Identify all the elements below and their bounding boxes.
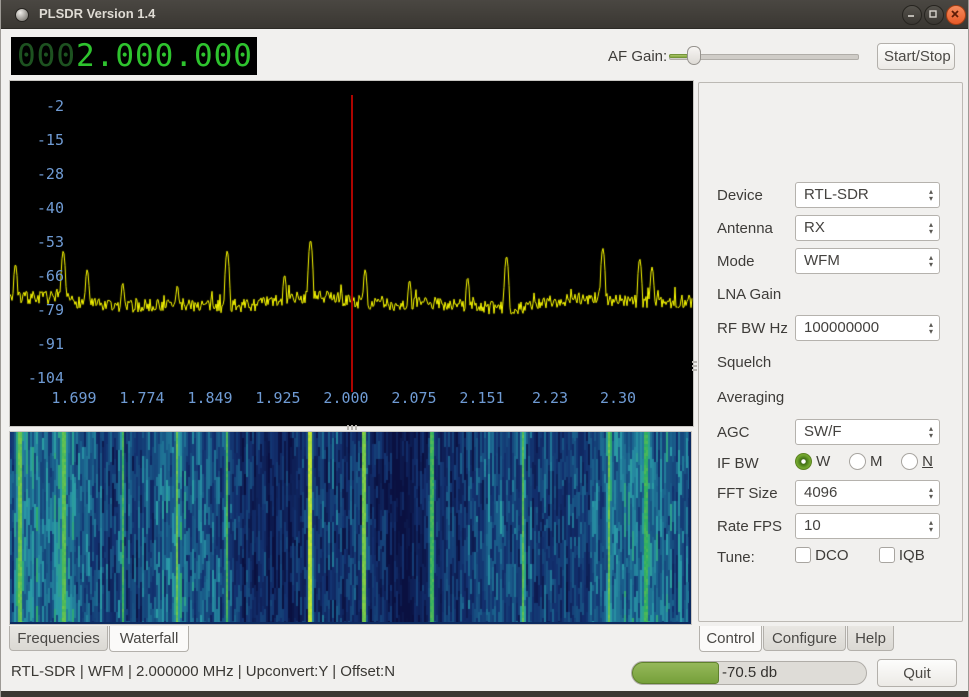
y-tick-label: -104: [16, 369, 64, 387]
device-select[interactable]: RTL-SDR ▴▾: [795, 182, 940, 208]
spinner-icon[interactable]: ▴▾: [929, 420, 933, 444]
y-tick-label: -53: [16, 233, 64, 251]
quit-button[interactable]: Quit: [877, 659, 957, 687]
rate-fps-value: 10: [804, 517, 821, 534]
y-tick-label: -2: [16, 97, 64, 115]
waterfall-canvas[interactable]: [10, 432, 689, 622]
antenna-select[interactable]: RX ▴▾: [795, 215, 940, 241]
averaging-label: Averaging: [717, 389, 784, 406]
antenna-label: Antenna: [717, 220, 773, 237]
tab-frequencies[interactable]: Frequencies: [9, 626, 108, 651]
y-tick-label: -79: [16, 301, 64, 319]
status-bar-text: RTL-SDR | WFM | 2.000000 MHz | Upconvert…: [11, 663, 395, 680]
lna-gain-label: LNA Gain: [717, 286, 781, 303]
radio-icon: [901, 453, 918, 470]
slider-handle[interactable]: [687, 46, 701, 65]
spinner-icon[interactable]: ▴▾: [929, 216, 933, 240]
close-button[interactable]: [946, 5, 966, 25]
slider-fill: [669, 54, 688, 58]
signal-level-bar: -70.5 db: [631, 661, 867, 685]
y-tick-label: -28: [16, 165, 64, 183]
if-bw-label: IF BW: [717, 455, 759, 472]
y-tick-label: -15: [16, 131, 64, 149]
tab-configure[interactable]: Configure: [763, 626, 846, 651]
radio-selected-icon: [795, 453, 812, 470]
rf-bw-label: RF BW Hz: [717, 320, 788, 337]
squelch-label: Squelch: [717, 354, 771, 371]
frequency-display[interactable]: 0002.000.000: [11, 37, 257, 75]
spectrum-display[interactable]: -2 -15 -28 -40 -53 -66 -79 -91 -104 1.699 1.774 1.…: [9, 80, 694, 427]
x-tick-label: 2.075: [391, 389, 436, 407]
tune-checkbox-group: DCO IQB: [795, 547, 925, 564]
fft-size-spinbox[interactable]: 4096 ▴▾: [795, 480, 940, 506]
checkbox-icon: [879, 547, 895, 563]
control-panel: Device RTL-SDR ▴▾ Antenna RX ▴▾ Mode WFM…: [698, 82, 963, 622]
x-tick-label: 1.925: [255, 389, 300, 407]
radio-if-bw-n[interactable]: N: [901, 453, 933, 470]
spinner-icon[interactable]: ▴▾: [929, 183, 933, 207]
x-tick-label: 2.23: [532, 389, 568, 407]
radio-icon: [849, 453, 866, 470]
rf-bw-value: 100000000: [804, 319, 879, 336]
minimize-button[interactable]: [902, 5, 922, 25]
horizontal-splitter-grip[interactable]: [341, 425, 363, 430]
spinner-icon[interactable]: ▴▾: [929, 249, 933, 273]
rate-fps-label: Rate FPS: [717, 518, 782, 535]
waterfall-display[interactable]: [9, 431, 692, 625]
device-value: RTL-SDR: [804, 186, 869, 203]
x-tick-label: 1.774: [119, 389, 164, 407]
tab-waterfall[interactable]: Waterfall: [109, 626, 189, 652]
agc-select[interactable]: SW/F ▴▾: [795, 419, 940, 445]
mode-select[interactable]: WFM ▴▾: [795, 248, 940, 274]
minimize-icon: [906, 9, 916, 19]
frequency-bright-digits: 2.000.000: [76, 38, 253, 74]
tune-label: Tune:: [717, 549, 755, 566]
start-stop-button[interactable]: Start/Stop: [877, 43, 955, 70]
af-gain-slider[interactable]: [669, 46, 859, 65]
window-title: PLSDR Version 1.4: [39, 0, 155, 28]
x-tick-label: 1.849: [187, 389, 232, 407]
signal-level-label: -70.5 db: [722, 662, 777, 684]
fft-size-value: 4096: [804, 484, 837, 501]
mode-label: Mode: [717, 253, 755, 270]
plsdr-window: PLSDR Version 1.4 0002.000.000 AF Gain: …: [0, 0, 969, 697]
radio-if-bw-m[interactable]: M: [849, 453, 883, 470]
fft-size-label: FFT Size: [717, 485, 778, 502]
spinner-icon[interactable]: ▴▾: [929, 481, 933, 505]
maximize-icon: [928, 9, 938, 19]
agc-label: AGC: [717, 424, 750, 441]
app-icon: [15, 8, 29, 22]
x-tick-label: 2.151: [459, 389, 504, 407]
spinner-icon[interactable]: ▴▾: [929, 316, 933, 340]
y-tick-label: -40: [16, 199, 64, 217]
rate-fps-spinbox[interactable]: 10 ▴▾: [795, 513, 940, 539]
mode-value: WFM: [804, 252, 840, 269]
x-tick-label: 1.699: [51, 389, 96, 407]
antenna-value: RX: [804, 219, 825, 236]
signal-level-fill: [632, 662, 719, 684]
checkbox-dco[interactable]: DCO: [795, 547, 849, 564]
tuning-marker-line: [351, 95, 353, 392]
window-bottom-edge: [1, 691, 968, 697]
y-tick-label: -91: [16, 335, 64, 353]
x-tick-label: 2.000: [323, 389, 368, 407]
close-icon: [950, 9, 960, 19]
frequency-dim-digits: 000: [17, 38, 76, 74]
radio-if-bw-w[interactable]: W: [795, 453, 830, 470]
vertical-splitter-grip[interactable]: [692, 355, 697, 377]
checkbox-iqb[interactable]: IQB: [879, 547, 925, 564]
y-tick-label: -66: [16, 267, 64, 285]
rf-bw-spinbox[interactable]: 100000000 ▴▾: [795, 315, 940, 341]
x-tick-label: 2.30: [600, 389, 636, 407]
checkbox-icon: [795, 547, 811, 563]
device-label: Device: [717, 187, 763, 204]
tab-help[interactable]: Help: [847, 626, 894, 651]
titlebar[interactable]: PLSDR Version 1.4: [1, 0, 968, 29]
af-gain-label: AF Gain:: [608, 48, 667, 65]
maximize-button[interactable]: [924, 5, 944, 25]
if-bw-radio-group: W M N: [795, 453, 947, 471]
spinner-icon[interactable]: ▴▾: [929, 514, 933, 538]
agc-value: SW/F: [804, 423, 842, 440]
tab-control[interactable]: Control: [699, 626, 762, 652]
